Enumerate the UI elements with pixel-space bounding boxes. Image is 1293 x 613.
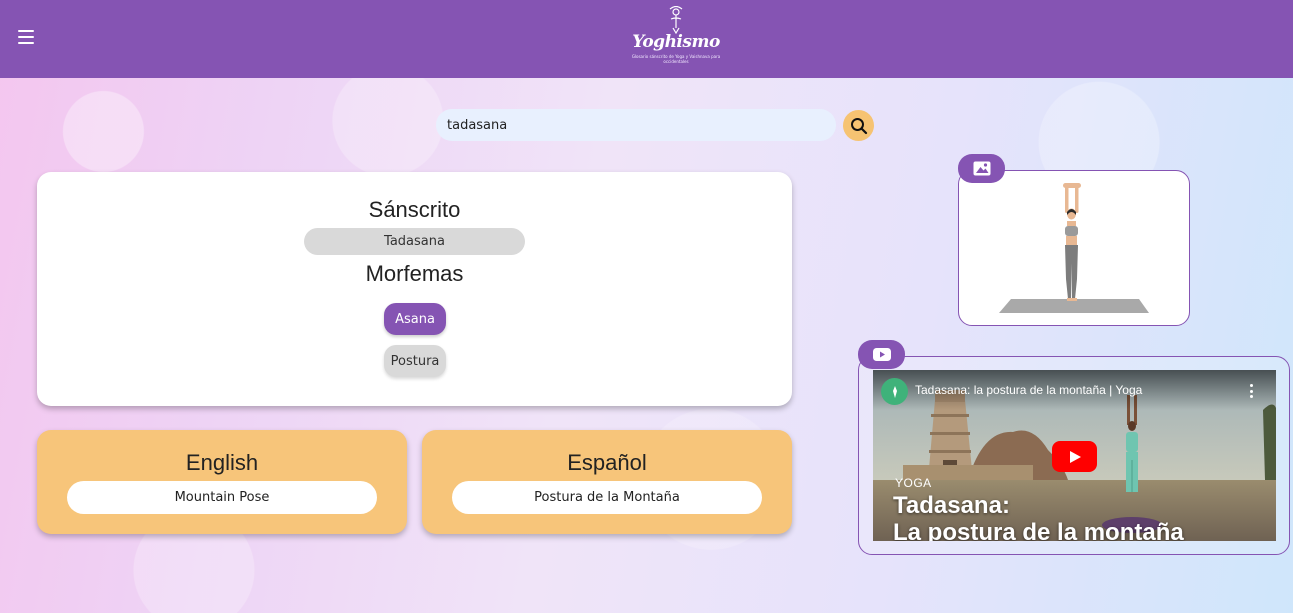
spanish-translation-card: Español Postura de la Montaña [422,430,792,534]
sanskrit-term: Tadasana [304,228,525,255]
site-logo[interactable]: Yoghismo Glosario sánscrito de Yoga y Va… [631,6,721,72]
pose-image-card[interactable] [958,170,1190,326]
image-tab-badge[interactable] [958,154,1005,183]
video-category-label: YOGA [895,476,932,490]
pose-illustration [999,183,1149,313]
morpheme-postura[interactable]: Postura [384,345,446,377]
video-title[interactable]: Tadasana: la postura de la montaña | Yog… [915,383,1142,397]
video-headline-line1: Tadasana: [893,492,1010,519]
morpheme-asana[interactable]: Asana [384,303,446,335]
spanish-value: Postura de la Montaña [452,481,762,514]
yogi-figure-icon [669,6,683,34]
logo-tagline: Glosario sánscrito de Yoga y Vaishnava p… [631,54,721,64]
image-icon [973,161,990,176]
video-tab-badge[interactable] [858,340,905,369]
youtube-video-embed[interactable]: Tadasana: la postura de la montaña | Yog… [873,370,1276,541]
sanskrit-card: Sánscrito Tadasana Morfemas Asana Postur… [37,172,792,406]
channel-avatar-icon[interactable] [881,378,908,405]
video-headline-line2: La postura de la montaña [893,519,1184,541]
youtube-icon [872,348,891,361]
search-button[interactable] [843,110,874,141]
english-title: English [185,450,259,475]
english-translation-card: English Mountain Pose [37,430,407,534]
youtube-play-button[interactable] [1052,441,1097,472]
hamburger-menu-icon[interactable] [18,30,34,44]
play-icon [1069,450,1081,463]
search-icon [850,117,867,134]
search-input[interactable] [436,109,836,141]
top-header: Yoghismo Glosario sánscrito de Yoga y Va… [0,0,1293,78]
channel-logo-icon [892,385,897,398]
logo-text: Yoghismo [632,32,720,52]
morphemes-title: Morfemas [365,261,464,286]
english-value: Mountain Pose [67,481,377,514]
video-headline: Tadasana: La postura de la montaña [893,492,1184,541]
sanskrit-title: Sánscrito [368,197,461,222]
video-more-options-icon[interactable] [1247,384,1255,398]
spanish-title: Español [567,450,647,475]
